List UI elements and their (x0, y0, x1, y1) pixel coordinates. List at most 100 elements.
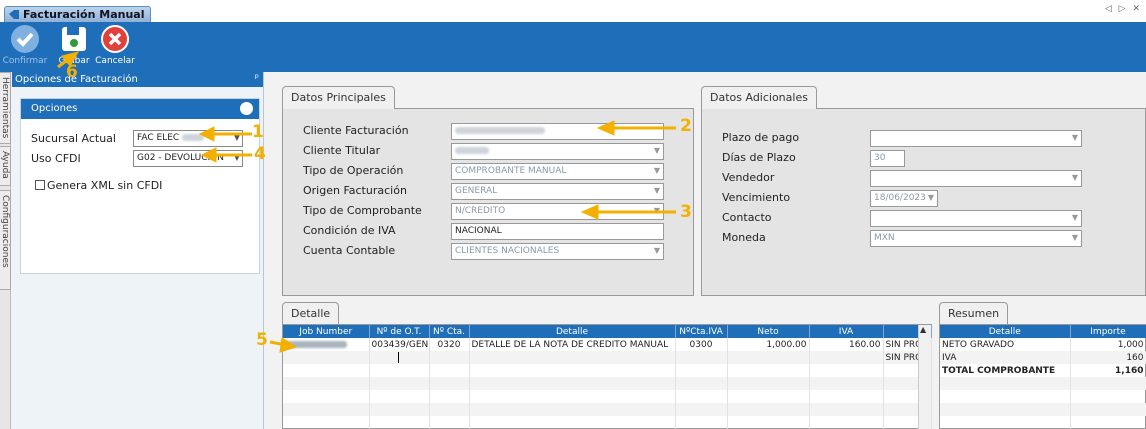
cancel-button[interactable]: Cancelar (94, 24, 136, 66)
field-value[interactable]: 18/06/2023 ▼ (870, 190, 938, 207)
field-value[interactable]: ▼ (870, 170, 1082, 187)
column-header[interactable]: IVA (809, 325, 884, 338)
table-cell[interactable] (429, 390, 470, 403)
table-cell[interactable] (469, 416, 676, 429)
tab-detalle[interactable]: Detalle (282, 302, 340, 324)
table-cell[interactable] (283, 351, 370, 364)
field-value[interactable]: N/CREDITO ▼ (451, 203, 664, 220)
table-cell[interactable] (675, 403, 728, 416)
xml-checkbox[interactable] (35, 180, 45, 190)
table-cell[interactable] (809, 390, 884, 403)
table-cell[interactable]: 0300 (675, 338, 728, 351)
table-cell[interactable] (809, 403, 884, 416)
field-value[interactable] (451, 123, 664, 140)
confirm-button[interactable]: Confirmar (2, 24, 48, 66)
table-cell[interactable] (809, 377, 884, 390)
table-cell[interactable]: 1,000.00 (727, 338, 810, 351)
save-button[interactable]: Grabar (56, 24, 92, 66)
table-cell[interactable] (727, 403, 810, 416)
field-value[interactable]: COMPROBANTE MANUAL ▼ (451, 163, 664, 180)
table-cell[interactable] (809, 351, 884, 364)
table-row[interactable] (283, 377, 932, 390)
table-cell[interactable] (675, 351, 728, 364)
table-cell[interactable] (809, 364, 884, 377)
table-cell[interactable] (429, 416, 470, 429)
table-row[interactable] (283, 403, 932, 416)
tab-resumen[interactable]: Resumen (939, 302, 1009, 324)
table-cell[interactable] (283, 416, 370, 429)
table-cell[interactable] (675, 364, 728, 377)
column-header[interactable]: Nº Cta. (429, 325, 470, 338)
field-value[interactable]: ▼ (870, 210, 1082, 227)
table-cell[interactable] (469, 364, 676, 377)
column-header[interactable]: Job Number (283, 325, 370, 338)
table-row[interactable] (283, 364, 932, 377)
dropdown-arrow-icon: ▼ (653, 146, 660, 155)
table-cell[interactable] (727, 377, 810, 390)
table-cell[interactable]: DETALLE DE LA NOTA DE CREDITO MANUAL (469, 338, 676, 351)
detalle-table[interactable]: Job Number Nº de O.T. Nº Cta. Detalle NºCta.… (283, 325, 932, 429)
tab-datos-adicionales[interactable]: Datos Adicionales (701, 86, 817, 109)
side-tab-configuraciones[interactable]: Configuraciones (0, 190, 11, 290)
table-cell[interactable] (283, 390, 370, 403)
table-row[interactable] (283, 390, 932, 403)
table-cell[interactable] (369, 377, 430, 390)
table-cell[interactable] (429, 364, 470, 377)
collapse-icon[interactable] (240, 102, 253, 115)
table-cell[interactable] (369, 351, 430, 364)
table-cell[interactable] (283, 377, 370, 390)
table-cell[interactable] (727, 364, 810, 377)
column-header[interactable]: Nº de O.T. (369, 325, 430, 338)
xml-checkbox-row[interactable]: Genera XML sin CFDI (35, 179, 162, 192)
detalle-scrollbar[interactable]: ▲ (918, 325, 931, 429)
table-cell[interactable]: 160.00 (809, 338, 884, 351)
table-row[interactable] (283, 416, 932, 429)
field-value[interactable]: NACIONAL (451, 223, 664, 240)
table-cell[interactable] (283, 364, 370, 377)
table-cell[interactable] (727, 351, 810, 364)
table-row (940, 403, 1146, 416)
column-header[interactable]: Neto (727, 325, 810, 338)
table-cell[interactable] (369, 390, 430, 403)
table-cell[interactable] (283, 403, 370, 416)
table-cell[interactable] (429, 403, 470, 416)
tab-datos-principales[interactable]: Datos Principales (282, 86, 395, 109)
field-value[interactable]: 30 (870, 150, 905, 167)
field-value[interactable]: GENERAL ▼ (451, 183, 664, 200)
field-value[interactable]: ▼ (870, 130, 1082, 147)
window-controls[interactable]: ◁ ▷ ✕ (1105, 4, 1142, 14)
pin-icon[interactable]: ᵖ (255, 73, 259, 84)
table-cell[interactable] (675, 390, 728, 403)
table-cell[interactable] (429, 377, 470, 390)
table-cell[interactable] (469, 403, 676, 416)
table-row[interactable]: SIN PRO (283, 351, 932, 364)
field-value[interactable]: MXN ▼ (870, 230, 1082, 247)
field-value[interactable]: ▼ (451, 143, 664, 160)
table-cell[interactable] (369, 364, 430, 377)
cfdi-select[interactable]: G02 - DEVOLUCION ▼ (133, 150, 243, 167)
side-tab-ayuda[interactable]: Ayuda (0, 146, 11, 186)
side-tab-herramientas[interactable]: Herramientas (0, 72, 11, 144)
table-cell[interactable] (429, 351, 470, 364)
sucursal-select[interactable]: FAC ELEC ▼ (133, 130, 243, 147)
table-cell[interactable] (283, 338, 370, 351)
table-cell[interactable]: 0320 (429, 338, 470, 351)
table-cell[interactable] (469, 377, 676, 390)
table-cell[interactable] (469, 390, 676, 403)
table-row[interactable]: 003439/GENE 0320 DETALLE DE LA NOTA DE CRE… (283, 338, 932, 351)
tab-facturacion-manual[interactable]: Facturación Manual (4, 6, 152, 22)
table-row (940, 416, 1146, 429)
column-header[interactable]: Detalle (469, 325, 676, 338)
table-cell[interactable]: 003439/GENE (369, 338, 430, 351)
table-cell[interactable] (369, 403, 430, 416)
table-cell[interactable] (809, 416, 884, 429)
table-cell[interactable] (727, 390, 810, 403)
field-value[interactable]: CLIENTES NACIONALES ▼ (451, 243, 664, 260)
table-cell[interactable] (675, 416, 728, 429)
column-header[interactable]: NºCta.IVA (675, 325, 728, 338)
table-cell[interactable] (369, 416, 430, 429)
table-cell[interactable] (727, 416, 810, 429)
table-cell[interactable] (675, 377, 728, 390)
scroll-up-icon[interactable]: ▲ (920, 325, 926, 334)
table-cell[interactable] (469, 351, 676, 364)
